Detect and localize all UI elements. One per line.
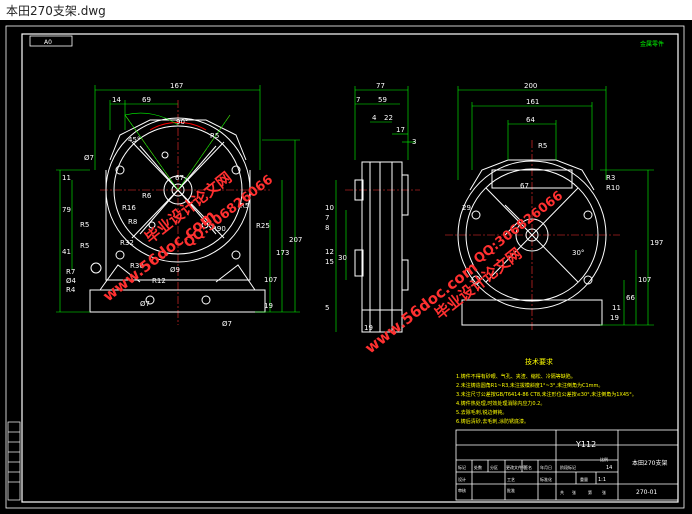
title-drawing-no: 270-01	[636, 489, 657, 496]
dim-front-41: 41	[62, 248, 71, 256]
title-block: Y112 本田270支架 270-01 1:1 14 标记 处数 分区 更改文件…	[455, 429, 679, 501]
title-material: Y112	[575, 440, 596, 449]
sheet-frame: A0 金属零件	[5, 25, 685, 509]
dim-front-207: 207	[289, 236, 302, 244]
title-header-docno: 更改文件号	[506, 464, 526, 470]
dim-right-30deg: 30°	[572, 249, 584, 257]
dim-front-r16: R16	[122, 204, 136, 212]
dim-front-173: 173	[276, 249, 289, 257]
title-cell-sheet1: 张	[572, 489, 576, 495]
dim-front-r12: R12	[152, 277, 166, 285]
title-cell-weight: 重量	[580, 476, 588, 482]
title-cell-std: 标准化	[540, 476, 552, 482]
dim-front-45deg: 45°	[128, 136, 140, 144]
dim-front-r7: R7	[66, 268, 75, 276]
note-line-3: 3.未注尺寸公差按GB/T6414-86 CT8,未注形位公差按≤30°,未注倒…	[456, 391, 637, 398]
note-line-6: 6.铸后清砂,去毛刺,涂防锈底漆。	[456, 418, 529, 425]
dim-right-107: 107	[638, 276, 651, 284]
dim-front-67: 67	[175, 174, 184, 182]
dim-front-14: 14	[112, 96, 121, 104]
dim-side-7b: 7	[325, 214, 329, 222]
title-scale: 1:1	[598, 477, 606, 483]
side-view: 77 7 59 4 22 17 3 10 7 8 12 15 30 5 19	[325, 82, 420, 333]
dim-side-19: 19	[364, 324, 373, 332]
title-header-sign: 签名	[524, 464, 532, 470]
title-part-name: 本田270支架	[632, 459, 667, 467]
dim-front-90deg: 90°	[176, 118, 188, 126]
title-row-design: 设计	[458, 476, 466, 482]
sheet-size-label: A0	[44, 39, 52, 46]
dim-front-19: 19	[264, 302, 273, 310]
title-cell-scale: 比例	[600, 456, 608, 462]
dim-right-r10: R10	[606, 184, 620, 192]
note-line-5: 5.去除毛刺,锐边倒钝。	[456, 409, 507, 416]
dim-right-66: 66	[626, 294, 635, 302]
dim-right-r5: R5	[538, 142, 547, 150]
window-titlebar: 本田270支架.dwg	[0, 0, 692, 21]
title-sheet-count: 14	[606, 465, 612, 471]
dim-side-8: 8	[325, 224, 329, 232]
dim-side-22: 22	[384, 114, 393, 122]
dim-front-r5-left2: R5	[80, 242, 89, 250]
title-cell-no: 第	[588, 489, 592, 495]
title-header-count: 处数	[474, 464, 482, 470]
title-cell-sheet2: 张	[602, 489, 606, 495]
dim-side-4: 4	[372, 114, 377, 122]
dim-side-17: 17	[396, 126, 405, 134]
dim-front-d7-top: Ø7	[84, 154, 94, 162]
dim-right-67: 67	[520, 182, 529, 190]
dim-side-59: 59	[378, 96, 387, 104]
dim-front-r8: R8	[128, 218, 137, 226]
dim-side-15: 15	[325, 258, 334, 266]
dim-front-r5-top: R5	[210, 132, 219, 140]
dim-right-200: 200	[524, 82, 537, 90]
dim-right-19: 19	[610, 314, 619, 322]
note-line-2: 2.未注铸造圆角R1~R3,未注拔模斜度1°~3°,未注倒角为C1mm。	[456, 382, 603, 389]
title-row-process: 工艺	[507, 477, 515, 482]
window-title: 本田270支架.dwg	[6, 4, 106, 18]
dim-front-107: 107	[264, 276, 277, 284]
dim-front-d7-right: Ø7	[222, 320, 232, 328]
dim-right-29: 29	[462, 204, 471, 212]
title-header-date: 年月日	[540, 464, 552, 470]
dim-side-77: 77	[376, 82, 385, 90]
notes-heading: 技术要求	[525, 357, 553, 366]
dim-side-3: 3	[412, 138, 416, 146]
dim-right-161: 161	[526, 98, 539, 106]
title-cell-total: 共	[560, 489, 564, 495]
corner-mark: 金属零件	[640, 40, 664, 48]
dim-right-r3: R3	[606, 174, 615, 182]
dim-front-69: 69	[142, 96, 151, 104]
dim-front-r6: R6	[142, 192, 152, 200]
dim-front-d4: Ø4	[66, 277, 77, 285]
dim-front-r25: R25	[256, 222, 270, 230]
dim-right-11: 11	[612, 304, 621, 312]
dim-front-11: 11	[62, 174, 71, 182]
dim-front-d9: Ø9	[170, 266, 180, 274]
dim-front-79: 79	[62, 206, 71, 214]
dim-front-r32: R32	[120, 239, 134, 247]
dim-front-r5-left: R5	[80, 221, 89, 229]
dim-side-7: 7	[356, 96, 360, 104]
title-row-approve: 批准	[507, 487, 515, 493]
dim-side-12: 12	[325, 248, 334, 256]
dim-right-197: 197	[650, 239, 663, 247]
watermark-site-center: www.56doc.com	[361, 258, 481, 357]
dim-front-r4: R4	[66, 286, 76, 294]
dim-side-10: 10	[325, 204, 334, 212]
note-line-4: 4.铸件热处理,时效处理消除内应力0.2。	[456, 400, 545, 407]
dim-front-width: 167	[170, 82, 183, 90]
dim-side-30: 30	[338, 254, 347, 262]
drawing-canvas[interactable]: A0 金属零件 167 14 69 90° 45° R5 R5 R5 R5 R7…	[0, 20, 692, 514]
note-line-1: 1.铸件不得有砂眼、气孔、夹渣、缩松、冷隔等缺陷。	[456, 373, 576, 380]
technical-notes: 技术要求 1.铸件不得有砂眼、气孔、夹渣、缩松、冷隔等缺陷。 2.未注铸造圆角R…	[456, 357, 637, 425]
title-header-mark: 标记	[458, 464, 466, 470]
cad-drawing: A0 金属零件 167 14 69 90° 45° R5 R5 R5 R5 R7…	[5, 25, 685, 509]
title-cell-stage: 阶段标记	[560, 464, 576, 470]
title-row-review: 审核	[458, 487, 466, 493]
dim-side-5: 5	[325, 304, 329, 312]
title-header-zone: 分区	[490, 464, 498, 470]
dim-right-64: 64	[526, 116, 535, 124]
dim-front-d7-bottom: Ø7	[140, 300, 150, 308]
